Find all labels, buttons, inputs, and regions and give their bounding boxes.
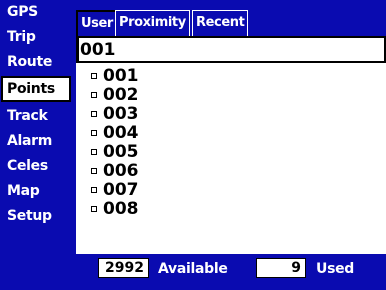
waypoint-icon bbox=[91, 149, 97, 155]
tab-user[interactable]: User bbox=[76, 10, 118, 36]
main-content: User Proximity Recent 001 001 002 003 00… bbox=[70, 0, 386, 290]
list-item-label: 006 bbox=[103, 161, 139, 181]
used-count: 9 bbox=[256, 258, 306, 278]
waypoint-icon bbox=[91, 187, 97, 193]
list-item[interactable]: 004 bbox=[76, 123, 386, 143]
waypoint-icon bbox=[91, 130, 97, 136]
sidebar-item-alarm[interactable]: Alarm bbox=[3, 131, 65, 152]
sidebar-item-gps[interactable]: GPS bbox=[3, 2, 65, 23]
tab-recent[interactable]: Recent bbox=[192, 10, 249, 36]
sidebar-item-points[interactable]: Points bbox=[1, 76, 71, 102]
list-item-label: 008 bbox=[103, 199, 139, 219]
list-item-label: 001 bbox=[103, 66, 139, 86]
waypoint-icon bbox=[91, 73, 97, 79]
sidebar-item-trip[interactable]: Trip bbox=[3, 27, 65, 48]
sidebar: GPS Trip Route Points Track Alarm Celes … bbox=[0, 0, 71, 290]
list-item-label: 003 bbox=[103, 104, 139, 124]
available-label: Available bbox=[158, 261, 228, 277]
list-item-label: 007 bbox=[103, 180, 139, 200]
list-item[interactable]: 002 bbox=[76, 85, 386, 105]
sidebar-item-map[interactable]: Map bbox=[3, 181, 65, 202]
tab-proximity[interactable]: Proximity bbox=[115, 10, 190, 36]
list-item[interactable]: 006 bbox=[76, 161, 386, 181]
list-item-label: 004 bbox=[103, 123, 139, 143]
status-footer: 2992 Available 9 Used bbox=[70, 254, 386, 290]
list-item[interactable]: 001 bbox=[76, 66, 386, 86]
sidebar-item-route[interactable]: Route bbox=[3, 52, 65, 73]
search-input[interactable]: 001 bbox=[76, 36, 386, 63]
list-item[interactable]: 008 bbox=[76, 199, 386, 219]
sidebar-item-track[interactable]: Track bbox=[3, 106, 65, 127]
points-panel: 001 001 002 003 004 005 006 007 008 bbox=[76, 36, 386, 254]
list-item[interactable]: 003 bbox=[76, 104, 386, 124]
list-item[interactable]: 007 bbox=[76, 180, 386, 200]
available-count: 2992 bbox=[98, 258, 149, 278]
waypoint-icon bbox=[91, 206, 97, 212]
waypoint-icon bbox=[91, 168, 97, 174]
list-item-label: 005 bbox=[103, 142, 139, 162]
waypoint-icon bbox=[91, 111, 97, 117]
waypoint-icon bbox=[91, 92, 97, 98]
sidebar-item-celes[interactable]: Celes bbox=[3, 156, 65, 177]
sidebar-item-setup[interactable]: Setup bbox=[3, 206, 65, 227]
used-label: Used bbox=[316, 261, 355, 277]
list-item[interactable]: 005 bbox=[76, 142, 386, 162]
list-item-label: 002 bbox=[103, 85, 139, 105]
